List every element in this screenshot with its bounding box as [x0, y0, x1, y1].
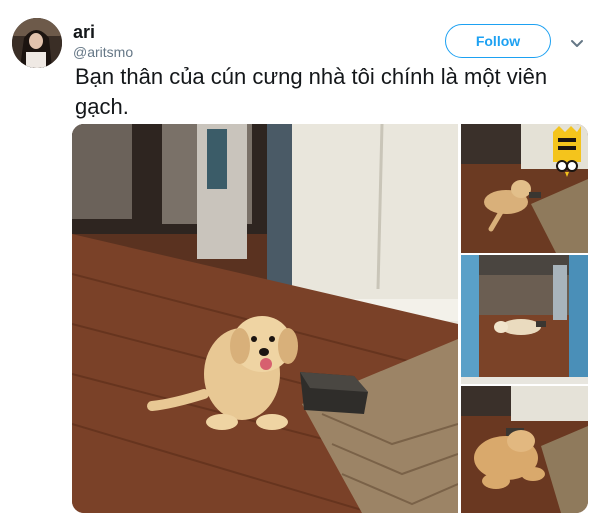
photo-puppy-doorway[interactable] [461, 255, 588, 384]
avatar[interactable] [12, 18, 62, 68]
user-handle[interactable]: @aritsmo [73, 44, 133, 60]
user-display-name[interactable]: ari [73, 22, 95, 43]
photo-grid [72, 124, 588, 513]
follow-button[interactable]: Follow [445, 24, 551, 58]
photo-puppy-lying[interactable] [461, 124, 588, 253]
chevron-down-icon[interactable] [570, 36, 584, 47]
tweet-card: ari @aritsmo Follow Bạn thân của cún cưn… [0, 0, 600, 523]
photo-puppy-sleeping[interactable] [461, 386, 588, 513]
tweet-text: Bạn thân của cún cưng nhà tôi chính là m… [75, 64, 548, 119]
photo-puppy-with-brick[interactable] [72, 124, 458, 513]
